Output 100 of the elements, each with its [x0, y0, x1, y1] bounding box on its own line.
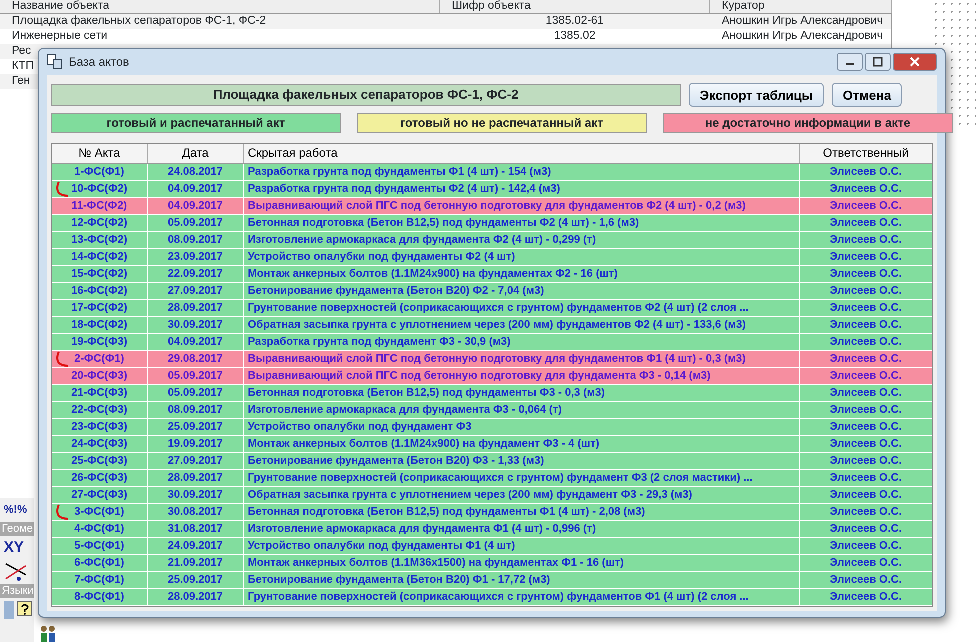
table-cell: 29.08.2017 [148, 351, 244, 367]
table-cell: Устройство опалубки под фундаменты Ф2 (4 шт) [244, 249, 800, 265]
table-row[interactable]: 22-ФС(Ф3) 08.09.2017 Изготовление армокаркаса для фундамента Ф3 - 0,064 (т) Элисеев О.С. [52, 402, 932, 419]
table-row[interactable]: 13-ФС(Ф2) 08.09.2017 Изготовление армокаркаса для фундамента Ф2 (4 шт) - 0,299 (т) Элисеев О.С. [52, 232, 932, 249]
table-row[interactable]: 17-ФС(Ф2) 28.09.2017 Грунтование поверхностей (соприкасающихся с грунтом) фундаментов Ф2 (4 шт) (2 слоя ... Элисеев О.С. [52, 300, 932, 317]
table-row[interactable]: 19-ФС(Ф3) 04.09.2017 Разработка грунта под фундамент Ф3 - 30,9 (м3) Элисеев О.С. [52, 334, 932, 351]
table-cell: 25.09.2017 [148, 419, 244, 435]
xy-icon[interactable]: XY [4, 536, 24, 560]
table-cell: 14-ФС(Ф2) [52, 249, 148, 265]
table-cell: 23-ФС(Ф3) [52, 419, 148, 435]
column-header[interactable]: Дата [148, 144, 244, 163]
help-icon[interactable] [17, 601, 33, 619]
table-cell: 21-ФС(Ф3) [52, 385, 148, 401]
table-cell: 04.09.2017 [148, 334, 244, 350]
table-cell: 7-ФС(Ф1) [52, 572, 148, 588]
table-row[interactable]: 23-ФС(Ф3) 25.09.2017 Устройство опалубки под фундамент Ф3 Элисеев О.С. [52, 419, 932, 436]
table-cell-text: Рес [11, 44, 32, 59]
table-cell: Устройство опалубки под фундамент Ф3 [244, 419, 800, 435]
table-cell: 28.09.2017 [148, 300, 244, 316]
maximize-icon[interactable] [873, 57, 883, 67]
table-cell: 21.09.2017 [148, 555, 244, 571]
table-cell: 20-ФС(Ф3) [52, 368, 148, 384]
close-button[interactable] [893, 53, 937, 71]
table-cell: 24.09.2017 [148, 538, 244, 554]
close-icon[interactable] [910, 57, 920, 67]
table-cell: Бетонная подготовка (Бетон В12,5) под фундаменты Ф1 (4 шт) - 2,08 (м3) [244, 504, 800, 520]
table-cell-text: КТП [11, 59, 34, 74]
table-row[interactable]: 6-ФС(Ф1) 21.09.2017 Монтаж анкерных болтов (1.1М36х1500) на фундаментах Ф1 - 16 (шт) Элисеев О.С. [52, 555, 932, 572]
table-row[interactable]: 4-ФС(Ф1) 31.08.2017 Изготовление армокаркаса для фундамента Ф1 (4 шт) - 0,996 (т) Элисеев О.С. [52, 521, 932, 538]
table-row[interactable]: 2-ФС(Ф1) 29.08.2017 Выравнивающий слой ПГС под бетонную подготовку для фундаментов Ф1 (4 шт) - 0,3 (м3) Элисеев О.С. [52, 351, 932, 368]
table-cell: 08.09.2017 [148, 232, 244, 248]
table-cell: Элисеев О.С. [800, 300, 932, 316]
table-cell-text: Ген [11, 74, 30, 89]
table-row[interactable]: 18-ФС(Ф2) 30.09.2017 Обратная засыпка грунта с уплотнением через (200 мм) фундаментов Ф2 (4 шт) - 133,6 (м3) Элисеев О.С. [52, 317, 932, 334]
table-row[interactable]: 1-ФС(Ф1) 24.08.2017 Разработка грунта под фундаменты Ф1 (4 шт) - 154 (м3) Элисеев О.С. [52, 164, 932, 181]
section-header: Геоме [0, 522, 34, 536]
table-cell: Элисеев О.С. [800, 453, 932, 469]
table-row[interactable]: 15-ФС(Ф2) 22.09.2017 Монтаж анкерных болтов (1.1М24х900) на фундаментах Ф2 - 16 (шт) Элисеев О.С. [52, 266, 932, 283]
table-cell: 2-ФС(Ф1) [52, 351, 148, 367]
table-cell: 1385.02 [554, 29, 596, 44]
table-row[interactable]: 21-ФС(Ф3) 05.09.2017 Бетонная подготовка (Бетон В12,5) под фундаменты Ф3 - 0,3 (м3) Элисеев О.С. [52, 385, 932, 402]
table-cell: Элисеев О.С. [800, 521, 932, 537]
column-header[interactable]: № Акта [52, 144, 148, 163]
table-cell: 05.09.2017 [148, 385, 244, 401]
users-icon[interactable] [40, 624, 56, 642]
table-cell: Элисеев О.С. [800, 419, 932, 435]
table-cell: Выравнивающий слой ПГС под бетонную подготовку для фундаментов Ф2 (4 шт) - 0,2 (м3) [244, 198, 800, 214]
column-header[interactable]: Куратор [710, 0, 892, 13]
table-cell: 3-ФС(Ф1) [52, 504, 148, 520]
window-title: База актов [69, 54, 130, 71]
cancel-button[interactable]: Отмена [832, 83, 902, 107]
table-row[interactable]: 24-ФС(Ф3) 19.09.2017 Монтаж анкерных болтов (1.1М24х900) на фундамент Ф3 - 4 (шт) Элисеев О.С. [52, 436, 932, 453]
table-cell: 12-ФС(Ф2) [52, 215, 148, 231]
table-cell: 04.09.2017 [148, 198, 244, 214]
table-cell: 6-ФС(Ф1) [52, 555, 148, 571]
table-row[interactable]: 20-ФС(Ф3) 05.09.2017 Выравнивающий слой ПГС под бетонную подготовку для фундамента Ф3 - 0,14 (м3) Элисеев О.С. [52, 368, 932, 385]
crossed-line-icon[interactable] [4, 561, 28, 583]
maximize-button[interactable] [865, 53, 891, 71]
table-cell: Элисеев О.С. [800, 317, 932, 333]
column-header[interactable]: Название объекта [0, 0, 440, 13]
table-row[interactable]: 12-ФС(Ф2) 05.09.2017 Бетонная подготовка (Бетон В12,5) под фундаменты Ф2 (4 шт) - 1,6 (м3) Элисеев О.С. [52, 215, 932, 232]
legend-item: не достаточно информации в акте [663, 113, 953, 133]
table-cell: 05.09.2017 [148, 215, 244, 231]
table-cell: Элисеев О.С. [800, 215, 932, 231]
formula-icon[interactable]: %!% [4, 502, 28, 518]
table-cell: 28.09.2017 [148, 589, 244, 605]
table-row[interactable]: 5-ФС(Ф1) 24.09.2017 Устройство опалубки под фундаменты Ф1 (4 шт) Элисеев О.С. [52, 538, 932, 555]
table-cell-text: Инженерные сети [11, 29, 108, 44]
table-cell: 24.08.2017 [148, 164, 244, 180]
table-row[interactable]: 14-ФС(Ф2) 23.09.2017 Устройство опалубки под фундаменты Ф2 (4 шт) Элисеев О.С. [52, 249, 932, 266]
table-row[interactable]: 16-ФС(Ф2) 27.09.2017 Бетонирование фундамента (Бетон В20) Ф2 - 7,04 (м3) Элисеев О.С. [52, 283, 932, 300]
table-cell: Элисеев О.С. [800, 266, 932, 282]
table-row[interactable]: 3-ФС(Ф1) 30.08.2017 Бетонная подготовка (Бетон В12,5) под фундаменты Ф1 (4 шт) - 2,08 (м3) Элисеев О.С. [52, 504, 932, 521]
minimize-button[interactable] [837, 53, 863, 71]
table-cell: Элисеев О.С. [800, 487, 932, 503]
column-header[interactable]: Ответственный [800, 144, 932, 163]
table-cell: 05.09.2017 [148, 368, 244, 384]
table-cell: Монтаж анкерных болтов (1.1М24х900) на фундаментах Ф2 - 16 (шт) [244, 266, 800, 282]
table-cell: Элисеев О.С. [800, 232, 932, 248]
column-header[interactable]: Скрытая работа [244, 144, 800, 163]
table-row[interactable]: 26-ФС(Ф3) 28.09.2017 Грунтование поверхностей (соприкасающихся с грунтом) фундамент Ф3 (2 слоя мастики) ... Элисеев О.С. [52, 470, 932, 487]
table-cell: Выравнивающий слой ПГС под бетонную подготовку для фундамента Ф3 - 0,14 (м3) [244, 368, 800, 384]
export-button[interactable]: Экспорт таблицы [689, 83, 824, 107]
table-cell: 27-ФС(Ф3) [52, 487, 148, 503]
table-cell: Разработка грунта под фундаменты Ф2 (4 шт) - 142,4 (м3) [244, 181, 800, 197]
table-row[interactable]: 7-ФС(Ф1) 25.09.2017 Бетонирование фундамента (Бетон В20) Ф1 - 17,72 (м3) Элисеев О.С. [52, 572, 932, 589]
table-cell: Элисеев О.С. [800, 572, 932, 588]
table-row[interactable]: 8-ФС(Ф1) 28.09.2017 Грунтование поверхностей (соприкасающихся с грунтом) фундаментов Ф1 (4 шт) (2 слоя ... Элисеев О.С. [52, 589, 932, 606]
app-icon [47, 54, 63, 70]
table-row[interactable]: 25-ФС(Ф3) 27.09.2017 Бетонирование фундамента (Бетон В20) Ф3 - 1,33 (м3) Элисеев О.С. [52, 453, 932, 470]
table-cell-text: Площадка факельных сепараторов ФС-1, ФС-2 [11, 14, 266, 29]
column-header[interactable]: Шифр объекта [440, 0, 710, 13]
table-cell: Элисеев О.С. [800, 538, 932, 554]
table-row[interactable]: 27-ФС(Ф3) 30.09.2017 Обратная засыпка грунта с уплотнением через (200 мм) фундамент Ф3 - 29,3 (м3) Элисеев О.С. [52, 487, 932, 504]
table-cell: Элисеев О.С. [800, 334, 932, 350]
table-cell: 28.09.2017 [148, 470, 244, 486]
table-row[interactable]: 11-ФС(Ф2) 04.09.2017 Выравнивающий слой ПГС под бетонную подготовку для фундаментов Ф2 (4 шт) - 0,2 (м3) Элисеев О.С. [52, 198, 932, 215]
table-row[interactable]: 10-ФС(Ф2) 04.09.2017 Разработка грунта под фундаменты Ф2 (4 шт) - 142,4 (м3) Элисеев О.С. [52, 181, 932, 198]
table-cell: Изготовление армокаркаса для фундамента Ф2 (4 шт) - 0,299 (т) [244, 232, 800, 248]
table-cell: Изготовление армокаркаса для фундамента Ф3 - 0,064 (т) [244, 402, 800, 418]
